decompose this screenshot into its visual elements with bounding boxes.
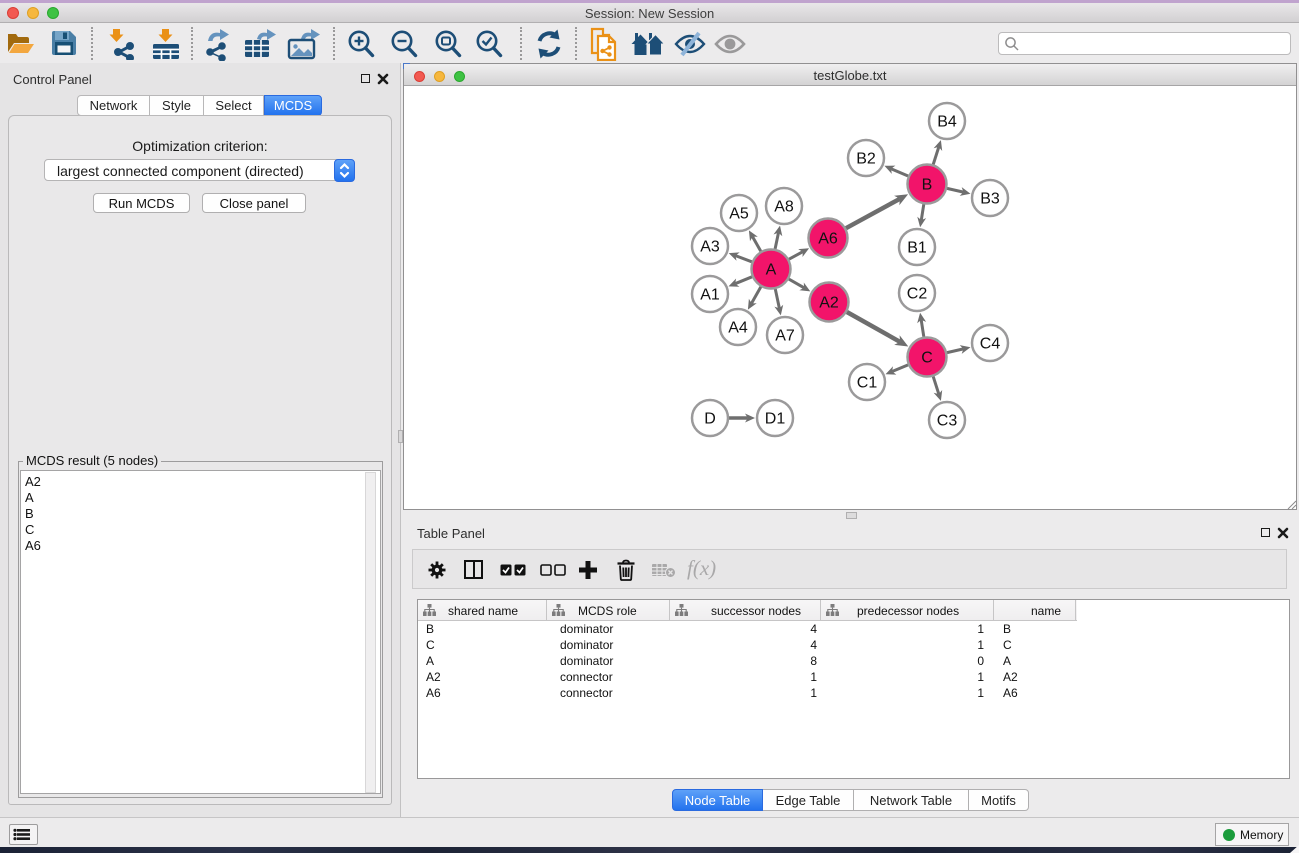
svg-text:B2: B2: [856, 151, 876, 168]
svg-text:D: D: [704, 411, 716, 428]
svg-text:A7: A7: [775, 328, 795, 345]
svg-text:B1: B1: [907, 240, 927, 257]
svg-text:C4: C4: [980, 336, 1001, 353]
svg-text:A: A: [766, 262, 777, 279]
svg-text:B3: B3: [980, 191, 1000, 208]
svg-text:A3: A3: [700, 239, 720, 256]
svg-text:B: B: [922, 177, 933, 194]
svg-text:D1: D1: [765, 411, 786, 428]
svg-text:C: C: [921, 350, 933, 367]
svg-text:C1: C1: [857, 375, 878, 392]
svg-text:A1: A1: [700, 287, 720, 304]
svg-text:A6: A6: [818, 231, 838, 248]
svg-text:A4: A4: [728, 320, 748, 337]
svg-text:C3: C3: [937, 413, 958, 430]
svg-text:A5: A5: [729, 206, 749, 223]
svg-text:A2: A2: [819, 295, 839, 312]
svg-text:B4: B4: [937, 114, 957, 131]
svg-text:A8: A8: [774, 199, 794, 216]
svg-text:C2: C2: [907, 286, 928, 303]
